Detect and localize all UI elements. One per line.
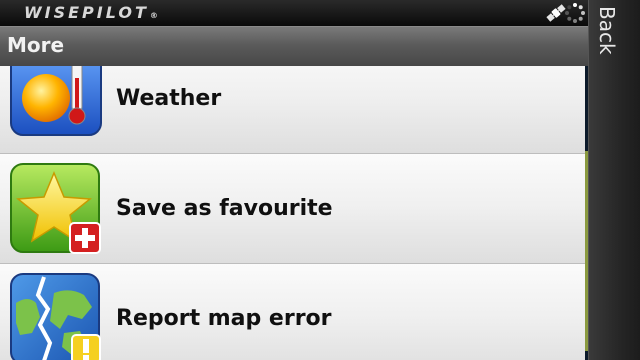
weather-icon xyxy=(10,66,102,136)
gps-searching-icon xyxy=(565,3,585,23)
brand-name: WISEPILOT xyxy=(24,3,149,22)
scrollbar[interactable] xyxy=(585,66,588,360)
brand-logo: WISEPILOT® xyxy=(24,3,158,22)
report-map-error-label: Report map error xyxy=(116,306,332,331)
save-favourite-label: Save as favourite xyxy=(116,196,333,221)
page-title: More xyxy=(7,33,65,57)
back-button[interactable]: Back xyxy=(589,0,640,64)
more-menu-list[interactable]: Weather Save as favourite Report map err… xyxy=(0,66,585,360)
map-error-icon xyxy=(10,273,101,360)
list-item-report-map-error[interactable]: Report map error xyxy=(0,264,585,360)
title-bar: More xyxy=(0,26,588,66)
weather-label: Weather xyxy=(116,86,222,111)
favourite-add-icon xyxy=(10,163,101,254)
list-item-weather[interactable]: Weather xyxy=(0,66,585,154)
softkey-bar: Back xyxy=(588,0,640,360)
list-item-save-favourite[interactable]: Save as favourite xyxy=(0,154,585,264)
status-bar: WISEPILOT® xyxy=(0,0,588,26)
back-label: Back xyxy=(595,6,619,55)
scrollbar-thumb[interactable] xyxy=(585,151,588,351)
brand-registered-mark: ® xyxy=(149,11,158,20)
